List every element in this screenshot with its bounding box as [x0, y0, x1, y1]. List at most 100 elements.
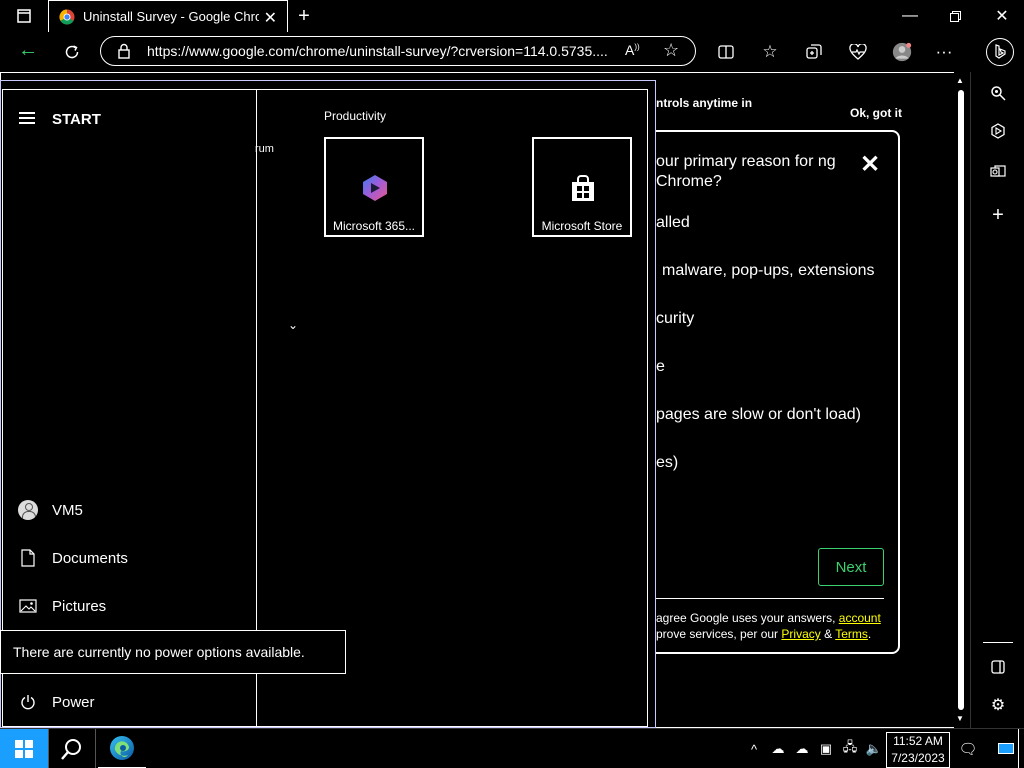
add-sidebar-app-icon[interactable]: +: [987, 204, 1009, 226]
show-desktop-button[interactable]: [1018, 729, 1024, 768]
account-link[interactable]: account: [839, 611, 881, 625]
collections-icon[interactable]: [804, 42, 824, 62]
lock-icon[interactable]: [117, 43, 131, 64]
edge-sidebar: + ⚙: [970, 72, 1024, 728]
url-text: https://www.google.com/chrome/uninstall-…: [147, 43, 608, 59]
clock-date: 7/23/2023: [891, 751, 945, 765]
tile-microsoft-store[interactable]: Microsoft Store: [532, 137, 632, 237]
survey-option[interactable]: e: [656, 358, 665, 376]
survey-divider: [656, 598, 884, 599]
tab-actions-icon[interactable]: [14, 6, 34, 26]
taskbar-monitor-icon[interactable]: [996, 738, 1016, 760]
search-icon: [61, 739, 81, 760]
browser-toolbar: ← https://www.google.com/chrome/uninstal…: [0, 32, 1024, 72]
browser-tab[interactable]: Uninstall Survey - Google Chrome ✕: [48, 0, 288, 32]
app-list-partial-text: rum: [255, 143, 274, 155]
tile-group-title: Productivity: [324, 109, 387, 123]
refresh-icon[interactable]: [62, 42, 82, 62]
footer-ampersand: &: [824, 627, 833, 641]
split-screen-icon[interactable]: [716, 42, 736, 62]
scrollbar-thumb[interactable]: [958, 90, 964, 710]
window-close-icon[interactable]: ✕: [992, 6, 1012, 26]
power-options-tooltip: There are currently no power options ava…: [0, 630, 346, 674]
outlook-icon[interactable]: [987, 160, 1009, 182]
back-icon[interactable]: ←: [18, 39, 38, 61]
tab-title: Uninstall Survey - Google Chrome: [83, 9, 259, 24]
user-icon: [18, 500, 38, 520]
network-icon[interactable]: 🖧: [840, 738, 860, 760]
cookie-banner-text: ntrols anytime in: [656, 96, 753, 110]
address-bar[interactable]: https://www.google.com/chrome/uninstall-…: [100, 36, 696, 66]
survey-footer: agree Google uses your answers, account …: [656, 610, 888, 642]
terms-link[interactable]: Terms: [835, 627, 868, 641]
windows-start-button[interactable]: [0, 729, 48, 768]
taskbar: ^ ☁ ☁ ▣ 🖧 🔈 11:52 AM 7/23/2023 🗨: [0, 728, 1024, 768]
taskbar-edge-button[interactable]: [98, 729, 146, 768]
tile-label: Microsoft 365...: [332, 219, 416, 233]
next-button[interactable]: Next: [818, 548, 884, 586]
taskbar-search-button[interactable]: [48, 729, 96, 768]
survey-option[interactable]: es): [656, 454, 678, 472]
privacy-link[interactable]: Privacy: [781, 627, 820, 641]
survey-option[interactable]: malware, pop-ups, extensions: [662, 262, 875, 280]
scroll-down-icon[interactable]: ▼: [956, 714, 964, 723]
start-item-label: VM5: [52, 501, 83, 519]
more-options-icon[interactable]: ···: [934, 42, 954, 62]
survey-option[interactable]: pages are slow or don't load): [656, 406, 861, 424]
clock-time: 11:52 AM: [893, 734, 943, 748]
page-scrollbar[interactable]: ▲ ▼: [954, 72, 968, 728]
footer-text: agree Google uses your answers,: [656, 611, 836, 625]
tab-close-icon[interactable]: ✕: [264, 8, 277, 28]
favorite-star-icon[interactable]: ☆: [663, 40, 679, 61]
start-item-user[interactable]: VM5: [3, 490, 257, 530]
bing-icon[interactable]: [987, 120, 1009, 142]
display-icon[interactable]: ▣: [816, 738, 836, 760]
profile-avatar-icon[interactable]: [892, 42, 912, 62]
notification-center-icon[interactable]: 🗨: [958, 738, 978, 760]
new-tab-icon[interactable]: +: [294, 5, 314, 27]
tile-microsoft-365[interactable]: Microsoft 365...: [324, 137, 424, 237]
windows-logo-icon: [15, 740, 33, 758]
power-icon: [18, 692, 38, 712]
restore-icon[interactable]: [945, 6, 965, 26]
scroll-up-icon[interactable]: ▲: [956, 76, 964, 85]
start-item-label: Power: [52, 693, 95, 711]
hamburger-menu-icon[interactable]: [19, 112, 37, 124]
survey-option[interactable]: alled: [656, 214, 690, 232]
tile-label: Microsoft Store: [541, 219, 623, 233]
browser-titlebar: Uninstall Survey - Google Chrome ✕ + — ✕: [0, 0, 1024, 32]
edge-browser-icon: [110, 736, 134, 760]
taskbar-clock[interactable]: 11:52 AM 7/23/2023: [886, 732, 950, 768]
footer-period: .: [867, 627, 872, 641]
bing-copilot-icon[interactable]: [986, 38, 1014, 66]
chevron-down-icon[interactable]: ⌄: [288, 318, 298, 332]
survey-close-icon[interactable]: ✕: [860, 150, 880, 179]
start-item-label: Pictures: [52, 597, 107, 615]
store-bag-icon: [572, 175, 594, 201]
ok-got-it-button[interactable]: Ok, got it: [850, 106, 902, 120]
start-item-pictures[interactable]: Pictures: [3, 586, 257, 626]
start-item-label: Documents: [52, 549, 128, 567]
onedrive-status-icon[interactable]: ☁: [768, 738, 788, 760]
browser-essentials-icon[interactable]: [848, 42, 868, 62]
start-item-documents[interactable]: Documents: [3, 538, 257, 578]
show-hidden-icons[interactable]: ^: [744, 738, 764, 760]
start-title: START: [52, 111, 101, 128]
volume-muted-icon[interactable]: 🔈: [864, 738, 884, 760]
start-item-power[interactable]: Power: [3, 682, 257, 722]
minimize-icon[interactable]: —: [900, 6, 920, 26]
survey-option[interactable]: curity: [656, 310, 694, 328]
chrome-favicon-icon: [59, 8, 75, 25]
footer-text: prove services, per our: [656, 627, 779, 641]
microsoft-365-icon: [363, 175, 387, 201]
search-icon[interactable]: [987, 82, 1009, 104]
document-icon: [18, 548, 38, 568]
onedrive-error-icon[interactable]: ☁: [792, 738, 812, 760]
hide-sidebar-icon[interactable]: [987, 656, 1009, 678]
pictures-icon: [18, 596, 38, 616]
read-aloud-icon[interactable]: A)): [625, 42, 640, 58]
survey-question: our primary reason for ng Chrome?: [656, 153, 836, 190]
favorites-icon[interactable]: ☆: [760, 42, 780, 62]
survey-dialog: our primary reason for ng Chrome? ✕ alle…: [640, 130, 900, 654]
settings-gear-icon[interactable]: ⚙: [987, 694, 1009, 716]
